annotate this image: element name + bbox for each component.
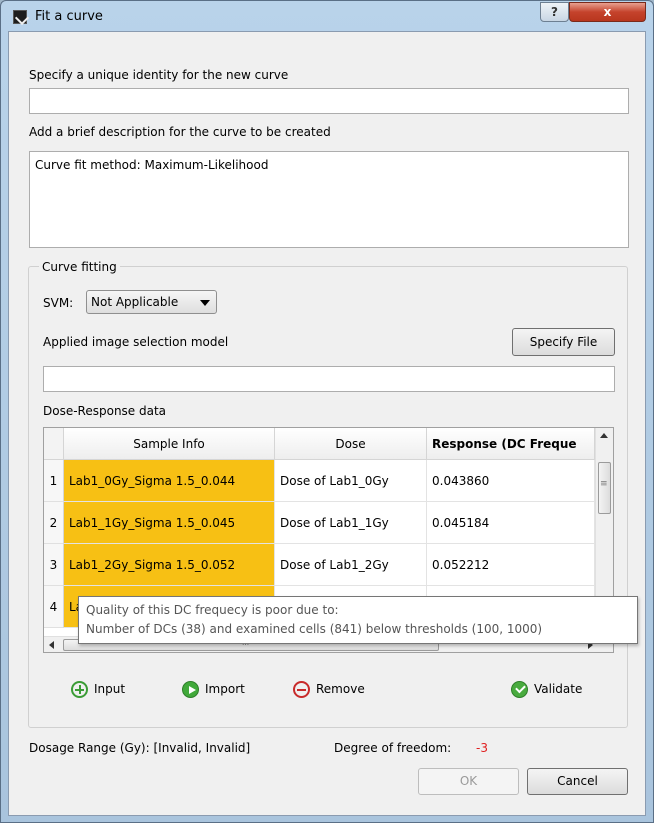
check-icon [511,681,528,698]
dose-response-label: Dose-Response data [43,404,167,418]
add-icon [71,681,88,698]
svm-select-value: Not Applicable [91,295,179,309]
specify-file-button[interactable]: Specify File [512,328,615,356]
dof-value: -3 [476,741,488,755]
input-button-label: Input [94,682,126,696]
row-number[interactable]: 2 [44,502,64,544]
row-number[interactable]: 1 [44,460,64,502]
remove-button-label: Remove [316,682,365,696]
svm-select[interactable]: Not Applicable [86,290,217,314]
title-bar[interactable]: Fit a curve ? x [1,1,653,31]
column-header-response[interactable]: Response (DC Freque [427,428,595,460]
vertical-scroll-thumb[interactable]: ≡ [598,462,611,514]
table-corner [44,428,64,460]
sample-info-cell[interactable]: Lab1_1Gy_Sigma 1.5_0.045 [64,502,275,544]
window-title: Fit a curve [35,9,103,24]
app-icon [13,10,27,24]
row-number[interactable]: 3 [44,544,64,586]
row-number[interactable]: 4 [44,586,64,628]
column-header-dose[interactable]: Dose [275,428,427,460]
selection-model-input[interactable] [43,366,615,392]
svm-label: SVM: [43,296,74,310]
remove-icon [293,681,310,698]
response-cell[interactable]: 0.052212 [427,544,595,586]
tooltip-line-2: Number of DCs (38) and examined cells (8… [86,622,543,636]
identity-input[interactable] [29,88,629,114]
validate-button-label: Validate [534,682,583,696]
dose-cell[interactable]: Dose of Lab1_0Gy [275,460,427,502]
column-header-sample-info[interactable]: Sample Info [64,428,275,460]
selection-model-label: Applied image selection model [43,335,229,349]
grip-icon: ≡ [600,479,608,489]
chevron-down-icon [200,300,210,306]
cancel-button[interactable]: Cancel [527,768,628,795]
dose-cell[interactable]: Dose of Lab1_2Gy [275,544,427,586]
sample-info-cell[interactable]: Lab1_2Gy_Sigma 1.5_0.052 [64,544,275,586]
dosage-range-text: Dosage Range (Gy): [Invalid, Invalid] [29,741,251,755]
quality-warning-tooltip: Quality of this DC frequecy is poor due … [78,596,638,644]
close-button[interactable]: x [569,2,646,22]
import-button[interactable]: Import [182,681,245,698]
identity-label: Specify a unique identity for the new cu… [29,68,289,82]
input-button[interactable]: Input [71,681,125,698]
sample-info-cell[interactable]: Lab1_0Gy_Sigma 1.5_0.044 [64,460,275,502]
ok-button[interactable]: OK [418,768,519,795]
help-button[interactable]: ? [540,2,569,22]
description-textarea[interactable]: Curve fit method: Maximum-Likelihood [29,151,629,248]
scroll-left-icon[interactable] [49,641,54,649]
response-cell[interactable]: 0.045184 [427,502,595,544]
dialog-body: Specify a unique identity for the new cu… [8,31,646,816]
scroll-up-icon[interactable] [600,433,608,438]
dof-label: Degree of freedom: [334,741,452,755]
description-label: Add a brief description for the curve to… [29,125,331,139]
import-icon [182,681,199,698]
validate-button[interactable]: Validate [511,681,582,698]
dialog-window: Fit a curve ? x Specify a unique identit… [0,0,654,823]
curve-fitting-title: Curve fitting [39,260,120,274]
dose-cell[interactable]: Dose of Lab1_1Gy [275,502,427,544]
import-button-label: Import [205,682,245,696]
response-cell[interactable]: 0.043860 [427,460,595,502]
tooltip-line-1: Quality of this DC frequecy is poor due … [86,603,339,617]
remove-button[interactable]: Remove [293,681,365,698]
